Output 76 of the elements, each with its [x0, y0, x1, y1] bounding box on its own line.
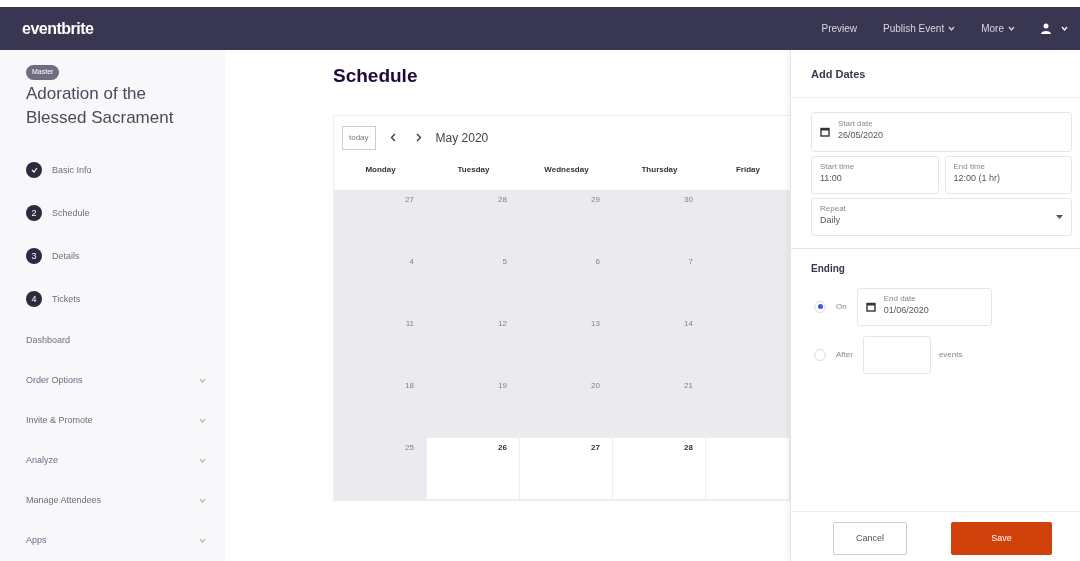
calendar-day[interactable]: 14	[613, 313, 706, 376]
save-button[interactable]: Save	[951, 522, 1052, 555]
option-label: On	[836, 300, 847, 313]
user-icon	[1041, 23, 1051, 34]
event-title: Adoration of the Blessed Sacrament	[26, 82, 175, 130]
caret-icon	[948, 26, 956, 31]
calendar-day[interactable]: 12	[427, 313, 520, 376]
nav-link[interactable]: Publish Event	[883, 21, 956, 36]
calendar-day[interactable]: 4	[334, 251, 427, 314]
time-field[interactable]: Start time 11:00	[811, 155, 939, 194]
option-suffix: events	[938, 348, 963, 361]
caret-icon	[199, 458, 206, 464]
account-menu[interactable]	[1041, 23, 1068, 34]
sidebar-item[interactable]: Order Options	[26, 360, 206, 401]
count-field[interactable]	[862, 335, 931, 374]
calendar-day[interactable]: 19	[427, 375, 520, 438]
month-label: May 2020	[435, 129, 489, 147]
date-field[interactable]: Start date 26/05/2020	[811, 111, 1072, 152]
step-link[interactable]: 3 Details	[26, 234, 80, 278]
caret-icon	[1061, 26, 1068, 31]
cancel-button[interactable]: Cancel	[833, 522, 907, 555]
calendar-day[interactable]: 29	[520, 189, 613, 252]
weekday-header: Thursday	[640, 163, 679, 176]
calendar-day[interactable]: 27	[334, 189, 427, 252]
step-marker: 3	[26, 248, 42, 265]
option-label: After	[836, 348, 853, 361]
chevron-left-icon	[389, 133, 396, 142]
calendar-day[interactable]: 28	[613, 437, 706, 500]
calendar-day[interactable]: 18	[334, 375, 427, 438]
sidebar-item[interactable]: Manage Attendees	[26, 480, 206, 521]
calendar-day[interactable]: 7	[613, 251, 706, 314]
nav-link[interactable]: More	[981, 21, 1015, 36]
sidebar-item[interactable]: Analyze	[26, 440, 206, 481]
step-marker: 4	[26, 291, 42, 308]
repeat-select[interactable]: Repeat Daily	[811, 197, 1072, 236]
date-field[interactable]: End date 01/06/2020	[856, 287, 992, 326]
calendar-day[interactable]: 25	[334, 437, 427, 500]
caret-icon	[199, 418, 206, 424]
calendar-icon	[865, 301, 876, 312]
check-icon	[30, 167, 38, 174]
weekday-header: Wednesday	[543, 163, 590, 176]
caret-icon	[199, 498, 206, 504]
logo[interactable]: eventbrite	[22, 16, 94, 41]
step-marker: 2	[26, 205, 42, 222]
sidebar-item[interactable]: Dashboard	[26, 320, 206, 361]
step-link[interactable]: 4 Tickets	[26, 277, 81, 321]
calendar-day[interactable]: 11	[334, 313, 427, 376]
step-link[interactable]: Basic Info	[26, 148, 92, 192]
calendar-icon	[820, 126, 830, 137]
weekday-header: Friday	[735, 163, 761, 176]
calendar-day[interactable]: 30	[613, 189, 706, 252]
calendar-day[interactable]: 13	[520, 313, 613, 376]
time-field[interactable]: End time 12:00 (1 hr)	[944, 155, 1072, 194]
sidebar-item[interactable]: Invite & Promote	[26, 400, 206, 441]
dropdown-caret-icon	[1056, 214, 1063, 219]
caret-icon	[199, 378, 206, 384]
calendar-day[interactable]: 20	[520, 375, 613, 438]
weekday-header: Monday	[364, 163, 397, 176]
chevron-right-icon	[415, 133, 422, 142]
calendar-day[interactable]: 21	[613, 375, 706, 438]
calendar-day[interactable]: 27	[520, 437, 613, 500]
weekday-header: Tuesday	[456, 163, 491, 176]
section-title: Ending	[811, 261, 846, 276]
sidebar-item[interactable]: Apps	[26, 520, 206, 561]
today-button[interactable]: today	[342, 125, 376, 150]
calendar-day[interactable]: 26	[427, 437, 520, 500]
calendar-day[interactable]	[706, 437, 790, 500]
page-title: Schedule	[333, 64, 419, 88]
panel-title: Add Dates	[791, 50, 1080, 98]
step-link[interactable]: 2 Schedule	[26, 191, 90, 235]
caret-icon	[199, 538, 206, 544]
caret-icon	[1008, 26, 1015, 31]
calendar-day[interactable]: 5	[427, 251, 520, 314]
calendar-day[interactable]: 6	[520, 251, 613, 314]
calendar-day[interactable]: 28	[427, 189, 520, 252]
nav-link[interactable]: Preview	[821, 21, 858, 36]
